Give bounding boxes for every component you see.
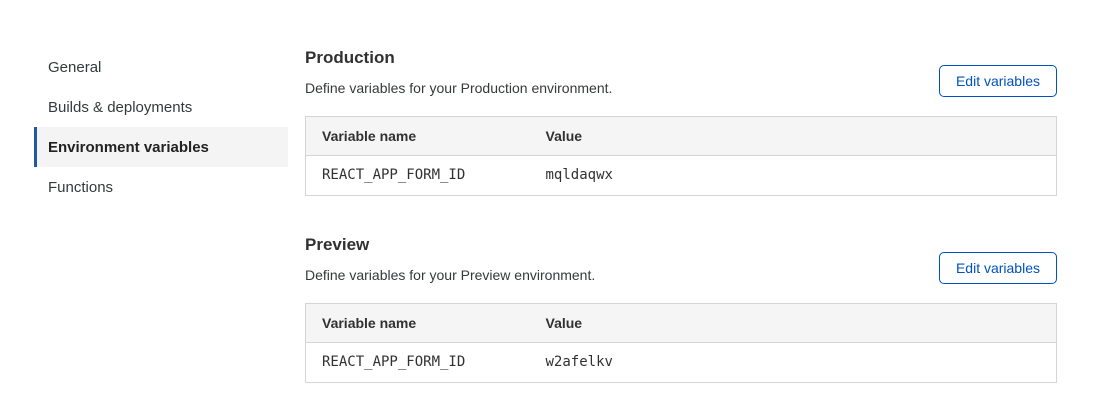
preview-variables-table: Variable name Value REACT_APP_FORM_ID w2… — [305, 303, 1057, 383]
variable-value-cell: mqldaqwx — [530, 156, 1057, 196]
preview-header-text: Preview Define variables for your Previe… — [305, 234, 595, 284]
table-row: REACT_APP_FORM_ID mqldaqwx — [306, 156, 1057, 196]
production-section: Production Define variables for your Pro… — [305, 47, 1057, 196]
variable-value-cell: w2afelkv — [530, 343, 1057, 383]
table-header-row: Variable name Value — [306, 304, 1057, 343]
sidebar-item-label: General — [48, 59, 101, 76]
production-edit-variables-button[interactable]: Edit variables — [939, 65, 1057, 97]
production-header-text: Production Define variables for your Pro… — [305, 47, 612, 97]
preview-edit-variables-button[interactable]: Edit variables — [939, 252, 1057, 284]
preview-description: Define variables for your Preview enviro… — [305, 266, 595, 284]
preview-section-header: Preview Define variables for your Previe… — [305, 234, 1057, 284]
sidebar-item-label: Environment variables — [48, 139, 209, 156]
table-header-row: Variable name Value — [306, 117, 1057, 156]
preview-title: Preview — [305, 234, 595, 256]
column-header-variable-name: Variable name — [306, 304, 530, 343]
production-variables-table: Variable name Value REACT_APP_FORM_ID mq… — [305, 116, 1057, 196]
sidebar-item-functions[interactable]: Functions — [34, 167, 288, 207]
settings-sidebar: General Builds & deployments Environment… — [34, 47, 288, 383]
variable-name-cell: REACT_APP_FORM_ID — [306, 343, 530, 383]
column-header-value: Value — [530, 117, 1057, 156]
sidebar-item-builds-deployments[interactable]: Builds & deployments — [34, 87, 288, 127]
sidebar-item-environment-variables[interactable]: Environment variables — [34, 127, 288, 167]
settings-page: General Builds & deployments Environment… — [0, 0, 1100, 383]
production-section-header: Production Define variables for your Pro… — [305, 47, 1057, 97]
table-row: REACT_APP_FORM_ID w2afelkv — [306, 343, 1057, 383]
production-title: Production — [305, 47, 612, 69]
sidebar-item-label: Builds & deployments — [48, 99, 192, 116]
preview-section: Preview Define variables for your Previe… — [305, 234, 1057, 383]
column-header-variable-name: Variable name — [306, 117, 530, 156]
column-header-value: Value — [530, 304, 1057, 343]
sidebar-item-label: Functions — [48, 179, 113, 196]
variable-name-cell: REACT_APP_FORM_ID — [306, 156, 530, 196]
production-description: Define variables for your Production env… — [305, 79, 612, 97]
settings-content: Production Define variables for your Pro… — [305, 47, 1057, 383]
sidebar-item-general[interactable]: General — [34, 47, 288, 87]
